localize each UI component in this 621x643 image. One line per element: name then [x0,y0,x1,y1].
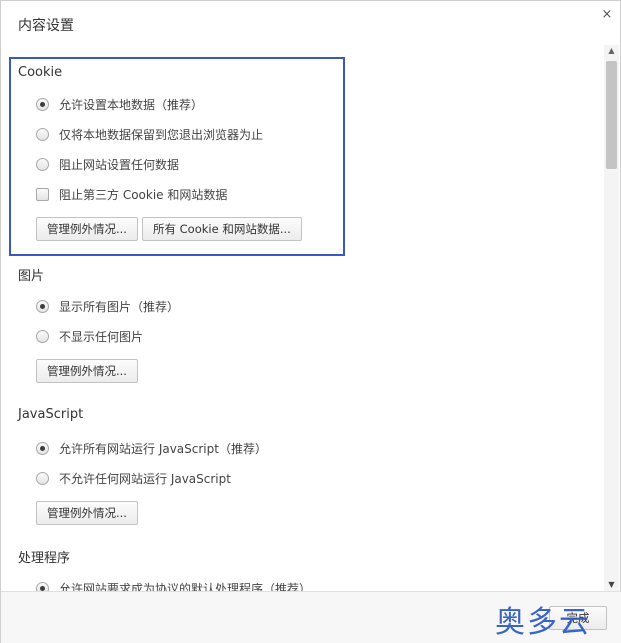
radio-button[interactable] [36,157,49,171]
section-title-handlers: 处理程序 [18,551,71,566]
content-settings-dialog: 内容设置 × Cookie 允许设置本地数据（推荐） 仅将本地数据保留到您退出浏… [0,0,621,643]
option-label: 允许设置本地数据（推荐） [59,97,204,112]
radio-button[interactable] [36,299,49,313]
option-label: 允许所有网站运行 JavaScript（推荐） [59,441,267,456]
handlers-option-allow[interactable]: 允许网站要求成为协议的默认处理程序（推荐） [36,579,311,591]
cookie-option-session-only[interactable]: 仅将本地数据保留到您退出浏览器为止 [36,125,263,143]
scroll-down-arrow-icon[interactable]: ▼ [604,579,619,591]
radio-button[interactable] [36,329,49,343]
javascript-manage-exceptions-button[interactable]: 管理例外情况... [36,501,138,525]
cookie-option-block[interactable]: 阻止网站设置任何数据 [36,155,179,173]
all-cookies-button[interactable]: 所有 Cookie 和网站数据... [142,217,302,241]
option-label: 不允许任何网站运行 JavaScript [59,471,231,486]
images-option-show-all[interactable]: 显示所有图片（推荐） [36,297,179,315]
radio-button[interactable] [36,97,49,111]
option-label: 显示所有图片（推荐） [59,299,180,314]
dialog-title: 内容设置 [18,18,74,34]
vertical-scrollbar[interactable]: ▲ ▼ [604,45,619,591]
radio-button[interactable] [36,441,49,455]
option-label: 仅将本地数据保留到您退出浏览器为止 [59,127,264,142]
radio-button[interactable] [36,581,49,591]
option-label: 阻止第三方 Cookie 和网站数据 [59,187,228,202]
option-label: 允许网站要求成为协议的默认处理程序（推荐） [59,581,312,592]
close-icon[interactable]: × [599,7,615,23]
scroll-up-arrow-icon[interactable]: ▲ [604,45,619,57]
cookie-option-block-third-party[interactable]: 阻止第三方 Cookie 和网站数据 [36,185,227,203]
option-label: 阻止网站设置任何数据 [59,157,180,172]
section-title-images: 图片 [18,269,45,284]
cookie-manage-exceptions-button[interactable]: 管理例外情况... [36,217,138,241]
scrollbar-thumb[interactable] [606,61,617,169]
settings-scroll-area[interactable]: Cookie 允许设置本地数据（推荐） 仅将本地数据保留到您退出浏览器为止 阻止… [1,51,604,591]
section-title-javascript: JavaScript [18,407,84,422]
checkbox[interactable] [36,187,49,201]
javascript-option-block[interactable]: 不允许任何网站运行 JavaScript [36,469,231,487]
radio-button[interactable] [36,127,49,141]
javascript-option-allow[interactable]: 允许所有网站运行 JavaScript（推荐） [36,439,267,457]
images-manage-exceptions-button[interactable]: 管理例外情况... [36,359,138,383]
section-title-cookie: Cookie [18,65,63,80]
cookie-option-allow[interactable]: 允许设置本地数据（推荐） [36,95,203,113]
radio-button[interactable] [36,471,49,485]
option-label: 不显示任何图片 [59,329,144,344]
images-option-show-none[interactable]: 不显示任何图片 [36,327,143,345]
watermark-logo: 奥多云 [495,605,591,640]
